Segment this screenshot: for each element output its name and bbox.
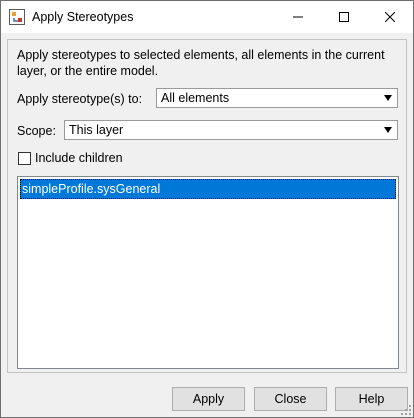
apply-stereotypes-dialog: Apply Stereotypes Apply stereotypes to s… bbox=[0, 0, 414, 418]
minimize-icon bbox=[293, 16, 303, 18]
include-children-label[interactable]: Include children bbox=[35, 151, 123, 165]
apply-to-dropdown[interactable]: All elements bbox=[156, 88, 398, 108]
window-title: Apply Stereotypes bbox=[32, 10, 134, 24]
stereotype-list[interactable]: simpleProfile.sysGeneral bbox=[17, 176, 399, 369]
chevron-down-icon bbox=[384, 127, 392, 133]
resize-grip-icon[interactable] bbox=[401, 405, 411, 415]
apply-to-label: Apply stereotype(s) to: bbox=[17, 92, 143, 106]
scope-dropdown[interactable]: This layer bbox=[64, 120, 398, 140]
close-window-button[interactable] bbox=[367, 1, 413, 33]
scope-value: This layer bbox=[69, 123, 124, 137]
chevron-down-icon bbox=[384, 95, 392, 101]
dialog-content-panel: Apply stereotypes to selected elements, … bbox=[7, 39, 407, 373]
scope-label: Scope: bbox=[17, 124, 56, 138]
apply-button[interactable]: Apply bbox=[172, 387, 245, 411]
title-bar[interactable]: Apply Stereotypes bbox=[1, 1, 413, 33]
close-button[interactable]: Close bbox=[254, 387, 327, 411]
include-children-checkbox[interactable] bbox=[18, 152, 31, 165]
maximize-icon bbox=[339, 12, 349, 22]
apply-to-value: All elements bbox=[161, 91, 230, 105]
help-button[interactable]: Help bbox=[335, 387, 408, 411]
description-text: Apply stereotypes to selected elements, … bbox=[17, 48, 385, 78]
close-icon bbox=[385, 12, 395, 22]
maximize-button[interactable] bbox=[321, 1, 367, 33]
list-item-label: simpleProfile.sysGeneral bbox=[22, 182, 161, 196]
minimize-button[interactable] bbox=[275, 1, 321, 33]
app-icon bbox=[9, 9, 25, 25]
list-item[interactable]: simpleProfile.sysGeneral bbox=[20, 179, 396, 199]
